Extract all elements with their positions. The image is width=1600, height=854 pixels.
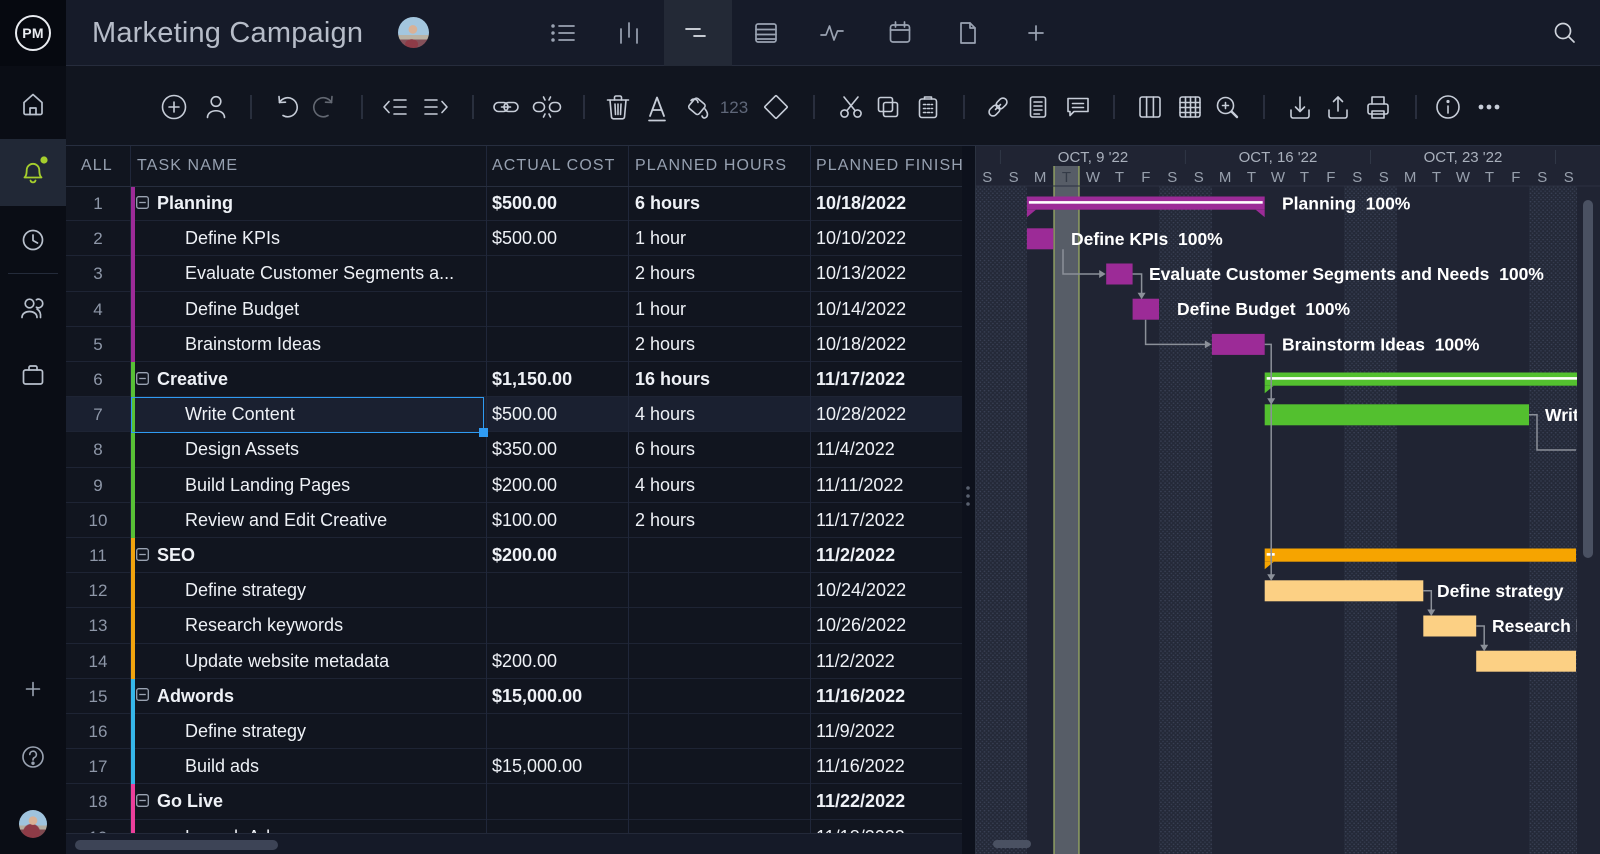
svg-text:OCT, 9 '22: OCT, 9 '22 [1058,149,1128,166]
svg-text:W: W [1456,169,1471,186]
svg-text:F: F [1326,169,1335,186]
svg-text:OCT, 23 '22: OCT, 23 '22 [1424,149,1503,166]
svg-text:T: T [1300,169,1309,186]
svg-text:Define Budget 100%: Define Budget 100% [1177,299,1351,319]
svg-text:M: M [1404,169,1417,186]
svg-text:T: T [1432,169,1441,186]
svg-text:F: F [1141,169,1150,186]
svg-text:Define strategy: Define strategy [1437,581,1564,601]
svg-text:M: M [1219,169,1232,186]
svg-text:S: S [1564,169,1574,186]
svg-text:T: T [1247,169,1256,186]
svg-text:S: S [1167,169,1177,186]
svg-text:S: S [1009,169,1019,186]
svg-text:Evaluate Customer Segments and: Evaluate Customer Segments and Needs 100… [1149,264,1544,284]
svg-text:123: 123 [720,98,748,117]
svg-text:T: T [1485,169,1494,186]
svg-text:T: T [1115,169,1124,186]
svg-text:S: S [982,169,992,186]
svg-text:OCT, 16 '22: OCT, 16 '22 [1239,149,1318,166]
svg-text:S: S [1352,169,1362,186]
svg-text:M: M [1034,169,1047,186]
svg-text:T: T [1062,169,1071,186]
svg-text:W: W [1086,169,1101,186]
svg-text:Define KPIs 100%: Define KPIs 100% [1071,229,1223,249]
svg-text:Planning 100%: Planning 100% [1282,194,1411,214]
svg-text:S: S [1537,169,1547,186]
svg-text:W: W [1271,169,1286,186]
svg-text:Brainstorm Ideas 100%: Brainstorm Ideas 100% [1282,334,1480,354]
svg-text:S: S [1379,169,1389,186]
svg-text:S: S [1194,169,1204,186]
svg-text:F: F [1511,169,1520,186]
